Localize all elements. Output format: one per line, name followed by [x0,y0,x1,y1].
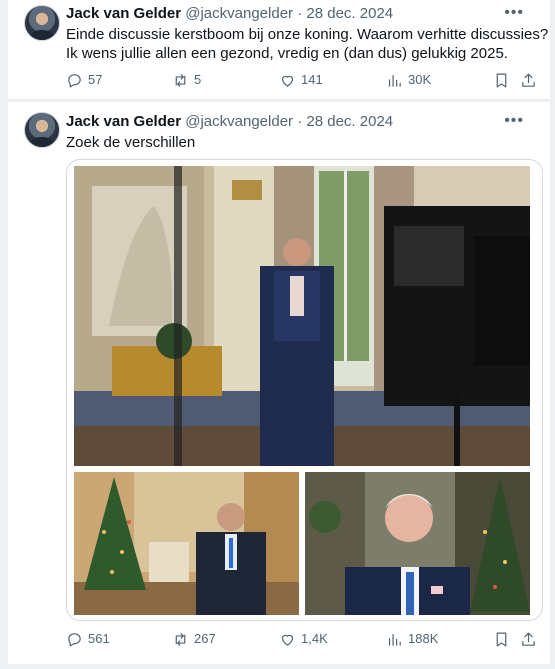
avatar[interactable] [24,5,60,41]
views-icon [388,633,401,646]
author-name[interactable]: Jack van Gelder [66,113,181,130]
tweet-text-line: Einde discussie kerstboom bij onze konin… [66,26,549,43]
reply-icon [68,73,81,87]
bookmark-button[interactable] [493,629,510,649]
tweet[interactable]: Jack van Gelder @jackvangelder · 28 dec.… [8,102,550,664]
tweet-header: Jack van Gelder @jackvangelder · 28 dec.… [66,113,534,131]
separator: · [297,113,303,130]
reply-icon [68,632,81,646]
share-icon [522,632,535,646]
views-button[interactable]: 30K [386,70,431,90]
action-bar: 57 5 141 30K [66,70,538,90]
bookmark-icon [496,632,507,646]
share-icon [522,73,535,87]
share-button[interactable] [520,629,537,649]
bookmark-icon [496,73,507,87]
views-icon [388,74,401,87]
like-count: 1,4K [301,631,328,646]
photo-king-charles[interactable] [305,472,530,615]
photo-king-seated-image [74,472,299,615]
repost-count: 5 [194,72,202,87]
more-dots-icon[interactable]: ••• [504,113,524,129]
photo-king-seated[interactable] [74,472,299,615]
repost-count: 267 [194,631,216,646]
repost-icon [175,73,186,87]
reply-count: 57 [88,72,103,87]
reply-count: 561 [88,631,110,646]
views-count: 188K [408,631,439,646]
like-icon [281,634,294,646]
tweet-date[interactable]: 28 dec. 2024 [306,113,393,130]
avatar[interactable] [24,112,60,148]
more-dots-icon[interactable]: ••• [504,5,524,21]
reply-button[interactable]: 561 [66,629,110,649]
photo-king-palace-image [74,166,530,466]
share-button[interactable] [520,70,537,90]
tweet-date[interactable]: 28 dec. 2024 [306,5,393,22]
like-icon [281,75,294,87]
repost-icon [175,632,186,646]
photo-king-palace[interactable] [74,166,530,466]
tweet[interactable]: Jack van Gelder @jackvangelder · 28 dec.… [8,0,550,100]
tweet-text-line: Zoek de verschillen [66,134,196,151]
author-handle[interactable]: @jackvangelder [185,113,293,130]
author-handle[interactable]: @jackvangelder [185,5,293,22]
reply-button[interactable]: 57 [66,70,102,90]
author-name[interactable]: Jack van Gelder [66,5,181,22]
views-button[interactable]: 188K [386,629,438,649]
like-button[interactable]: 141 [279,70,323,90]
like-button[interactable]: 1,4K [279,629,328,649]
views-count: 30K [408,72,432,87]
bookmark-button[interactable] [493,70,510,90]
action-bar: 561 267 1,4K 188K [66,629,538,649]
repost-button[interactable]: 267 [172,629,216,649]
tweet-text: Einde discussie kerstboom bij onze konin… [66,25,549,63]
media-grid[interactable] [66,159,543,621]
photo-king-charles-image [305,472,530,615]
separator: · [297,5,303,22]
tweet-text: Zoek de verschillen [66,133,540,152]
tweet-header: Jack van Gelder @jackvangelder · 28 dec.… [66,5,534,23]
repost-button[interactable]: 5 [172,70,201,90]
tweet-text-line: Ik wens jullie allen een gezond, vredig … [66,45,508,62]
like-count: 141 [301,72,323,87]
